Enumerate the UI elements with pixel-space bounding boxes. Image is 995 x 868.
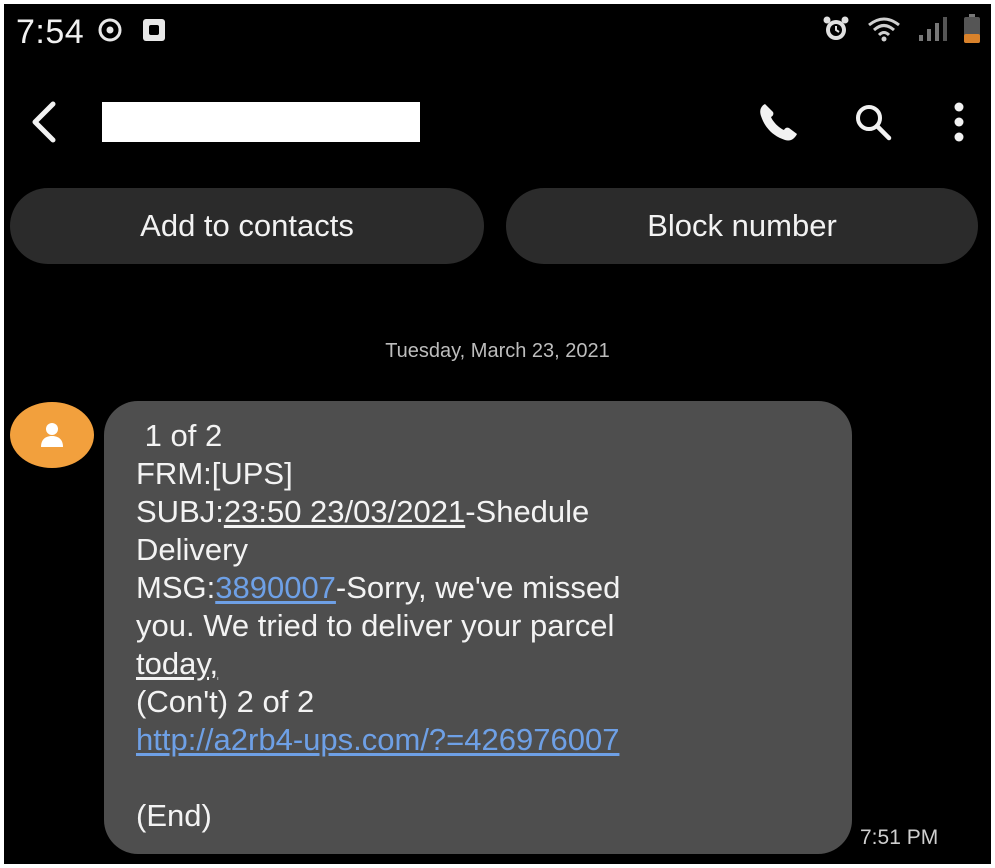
message-line: (End) [136,798,212,833]
signal-icon [917,15,947,48]
add-to-contacts-button[interactable]: Add to contacts [10,188,484,264]
header-actions [753,82,973,162]
subject-datetime[interactable]: 23:50 23/03/2021 [224,494,465,529]
message-part-count: 1 of 2 [144,418,223,453]
message-line: 1 of 2 [136,417,832,455]
today-link[interactable]: today, [136,646,218,681]
call-button[interactable] [753,98,801,146]
status-icons [821,14,981,49]
back-icon [32,101,56,143]
person-icon [41,423,63,447]
message-line: http://a2rb4-ups.com/?=426976007 [136,721,832,759]
search-icon [856,105,892,141]
message-line: you. We tried to deliver your parcel [136,608,615,643]
message-line: today, [136,645,832,683]
message-line: FRM:[UPS] [136,456,293,491]
back-button[interactable] [22,96,66,148]
message-line: Delivery [136,532,248,567]
contact-name-redacted [102,102,420,142]
conversation-header [4,82,991,162]
notification-square-icon [140,16,168,44]
status-bar: 7:54 [4,4,991,54]
sync-icon [96,16,124,44]
alarm-icon [821,14,851,49]
message-timestamp: 7:51 PM [860,826,939,849]
subject-prefix: SUBJ: [136,494,224,529]
msg-suffix: -Sorry, we've missed [335,570,621,605]
subject-suffix: -Shedule [465,494,590,529]
url-link[interactable]: http://a2rb4-ups.com/?=426976007 [136,722,619,757]
wifi-icon [867,15,901,48]
search-button[interactable] [849,98,897,146]
date-separator: Tuesday, March 23, 2021 [385,340,610,362]
message-line: (Con't) 2 of 2 [136,684,315,719]
battery-low-icon [963,14,981,49]
msg-prefix: MSG: [136,570,216,605]
message-line: SUBJ:23:50 23/03/2021-Shedule [136,493,832,531]
message-line: MSG:3890007-Sorry, we've missed [136,569,832,607]
messaging-screen: 7:54 Add to contacts Block number Tuesda… [4,4,991,864]
message-bubble[interactable]: 1 of 2 FRM:[UPS] SUBJ:23:50 23/03/2021-S… [104,401,852,854]
more-options-button[interactable] [945,98,973,146]
status-time: 7:54 [16,13,85,51]
block-number-button[interactable]: Block number [506,188,978,264]
phone-number-link[interactable]: 3890007 [215,570,336,605]
sender-avatar[interactable] [10,402,94,468]
phone-icon [760,104,797,141]
more-vertical-icon [954,102,964,142]
